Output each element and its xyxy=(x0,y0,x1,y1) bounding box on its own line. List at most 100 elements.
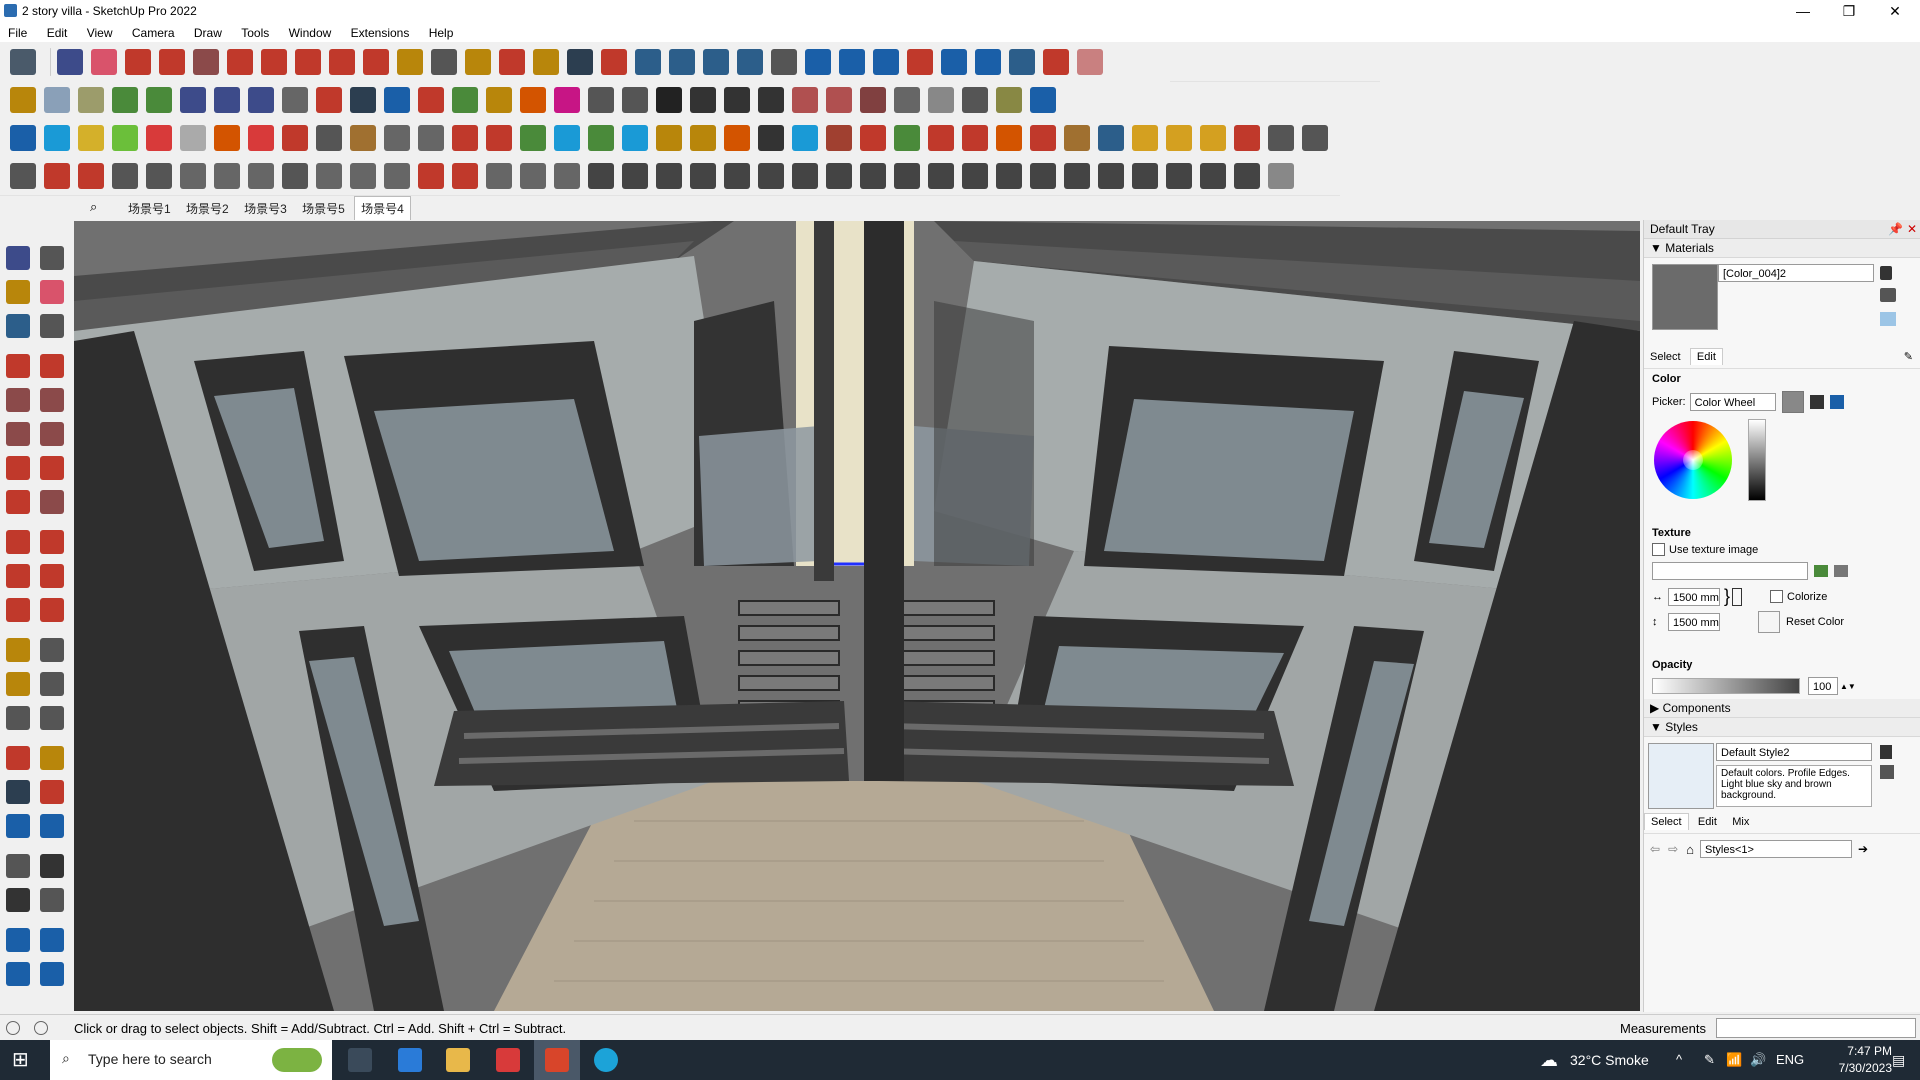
show-hidden-icons[interactable]: ^ xyxy=(1676,1052,1682,1067)
scale-icon[interactable] xyxy=(6,598,30,622)
rail2-icon[interactable] xyxy=(826,163,852,189)
close-button[interactable]: ✕ xyxy=(1872,0,1918,22)
warehouse-icon[interactable] xyxy=(6,928,30,952)
round-icon[interactable] xyxy=(758,125,784,151)
lasso-icon[interactable] xyxy=(159,49,185,75)
table-icon[interactable] xyxy=(1098,125,1124,151)
back-edges-icon[interactable] xyxy=(78,87,104,113)
opacity-slider[interactable] xyxy=(1652,678,1800,694)
eraser-icon[interactable] xyxy=(91,49,117,75)
protractor-icon[interactable] xyxy=(6,672,30,696)
three-point-arc-icon[interactable] xyxy=(6,490,30,514)
zoom-icon[interactable] xyxy=(6,780,30,804)
fence4-icon[interactable] xyxy=(996,163,1022,189)
styles-collection-select[interactable]: Styles<1> xyxy=(1699,840,1852,858)
roof-icon[interactable] xyxy=(860,87,886,113)
door-icon[interactable] xyxy=(928,87,954,113)
orbit-icon[interactable] xyxy=(499,49,525,75)
extension-warehouse-icon[interactable] xyxy=(40,962,64,986)
wheel-icon[interactable] xyxy=(588,163,614,189)
fence3-icon[interactable] xyxy=(962,163,988,189)
axis-icon[interactable] xyxy=(316,87,342,113)
deck2-icon[interactable] xyxy=(1098,163,1124,189)
rotate-icon[interactable] xyxy=(329,49,355,75)
menu-extensions[interactable]: Extensions xyxy=(343,23,418,41)
geo-location-icon[interactable] xyxy=(6,1021,20,1035)
curve-icon[interactable] xyxy=(282,87,308,113)
scene-tab-4[interactable]: 场景号4 xyxy=(354,196,411,220)
home-icon[interactable] xyxy=(656,87,682,113)
3d-text-icon[interactable] xyxy=(40,706,64,730)
look-around-icon[interactable] xyxy=(40,854,64,878)
tag-icon[interactable] xyxy=(6,314,30,338)
beam-icon[interactable] xyxy=(996,87,1022,113)
clock-time[interactable]: 7:47 PM xyxy=(1812,1044,1892,1058)
text-icon[interactable] xyxy=(431,49,457,75)
section-plane-icon[interactable] xyxy=(40,888,64,912)
arc-icon[interactable] xyxy=(214,125,240,151)
menu-edit[interactable]: Edit xyxy=(39,23,76,41)
menu-tools[interactable]: Tools xyxy=(233,23,277,41)
reset-color-label[interactable]: Reset Color xyxy=(1786,616,1844,628)
volume-icon[interactable]: 🔊 xyxy=(1750,1052,1766,1068)
knot-icon[interactable] xyxy=(282,163,308,189)
layer-grey-icon[interactable] xyxy=(180,125,206,151)
pencil-icon[interactable] xyxy=(125,49,151,75)
browse-folder-icon[interactable] xyxy=(1814,565,1828,577)
redo-icon[interactable] xyxy=(1043,49,1069,75)
weld-icon[interactable] xyxy=(724,125,750,151)
styles-tab-edit[interactable]: Edit xyxy=(1692,814,1723,830)
previous-view-icon[interactable] xyxy=(40,814,64,838)
edge-icon[interactable] xyxy=(594,1048,618,1072)
create-style-icon[interactable] xyxy=(1880,745,1892,759)
circle-dots-icon[interactable] xyxy=(1268,125,1294,151)
position-camera-icon[interactable] xyxy=(6,854,30,878)
menu-view[interactable]: View xyxy=(79,23,121,41)
louver-icon[interactable] xyxy=(1234,163,1260,189)
columns-icon[interactable] xyxy=(554,163,580,189)
fillet-icon[interactable] xyxy=(350,163,376,189)
move-f-icon[interactable] xyxy=(554,87,580,113)
rectangle-icon[interactable] xyxy=(193,49,219,75)
paint-icon[interactable] xyxy=(78,163,104,189)
fan-icon[interactable] xyxy=(1132,163,1158,189)
push-pull-icon[interactable] xyxy=(227,49,253,75)
texture-height-input[interactable]: 1500 mm xyxy=(1668,613,1720,631)
select-icon[interactable] xyxy=(6,246,30,270)
rotate-icon[interactable] xyxy=(6,564,30,588)
hatch2-icon[interactable] xyxy=(1166,125,1192,151)
update-style-icon[interactable] xyxy=(1880,765,1894,779)
make-component-icon[interactable] xyxy=(40,246,64,270)
colorize-checkbox[interactable] xyxy=(1770,590,1784,603)
dimension-icon[interactable] xyxy=(40,638,64,662)
move-e-icon[interactable] xyxy=(520,87,546,113)
clock-date[interactable]: 7/30/2023 xyxy=(1812,1061,1892,1075)
weather-text[interactable]: 32°C Smoke xyxy=(1570,1052,1649,1068)
move-x-icon[interactable] xyxy=(384,87,410,113)
snap-icon[interactable] xyxy=(792,125,818,151)
move-z-icon[interactable] xyxy=(452,87,478,113)
zoom-icon[interactable] xyxy=(10,49,36,75)
textured-icon[interactable] xyxy=(146,87,172,113)
left-view-icon[interactable] xyxy=(758,87,784,113)
move-icon[interactable] xyxy=(295,49,321,75)
house-icon[interactable] xyxy=(724,87,750,113)
match-screen-color-icon[interactable] xyxy=(1829,395,1844,409)
move-icon[interactable] xyxy=(6,530,30,554)
move-y-icon[interactable] xyxy=(418,87,444,113)
offset-icon[interactable] xyxy=(996,125,1022,151)
texture-path-input[interactable] xyxy=(1652,562,1808,580)
extend-icon[interactable] xyxy=(418,163,444,189)
sample-paint-icon[interactable] xyxy=(1880,288,1896,302)
x-icon[interactable] xyxy=(554,125,580,151)
maximize-button[interactable]: ❐ xyxy=(1826,0,1872,22)
tree-icon[interactable] xyxy=(894,125,920,151)
iso-view-icon[interactable] xyxy=(10,87,36,113)
color-wheel[interactable] xyxy=(1654,421,1732,499)
follow-me-icon[interactable] xyxy=(40,564,64,588)
materials-tab-edit[interactable]: Edit xyxy=(1689,348,1723,365)
bezier-icon[interactable] xyxy=(44,163,70,189)
sweep-icon[interactable] xyxy=(180,163,206,189)
cut-icon[interactable] xyxy=(826,125,852,151)
circle-icon[interactable] xyxy=(6,422,30,446)
